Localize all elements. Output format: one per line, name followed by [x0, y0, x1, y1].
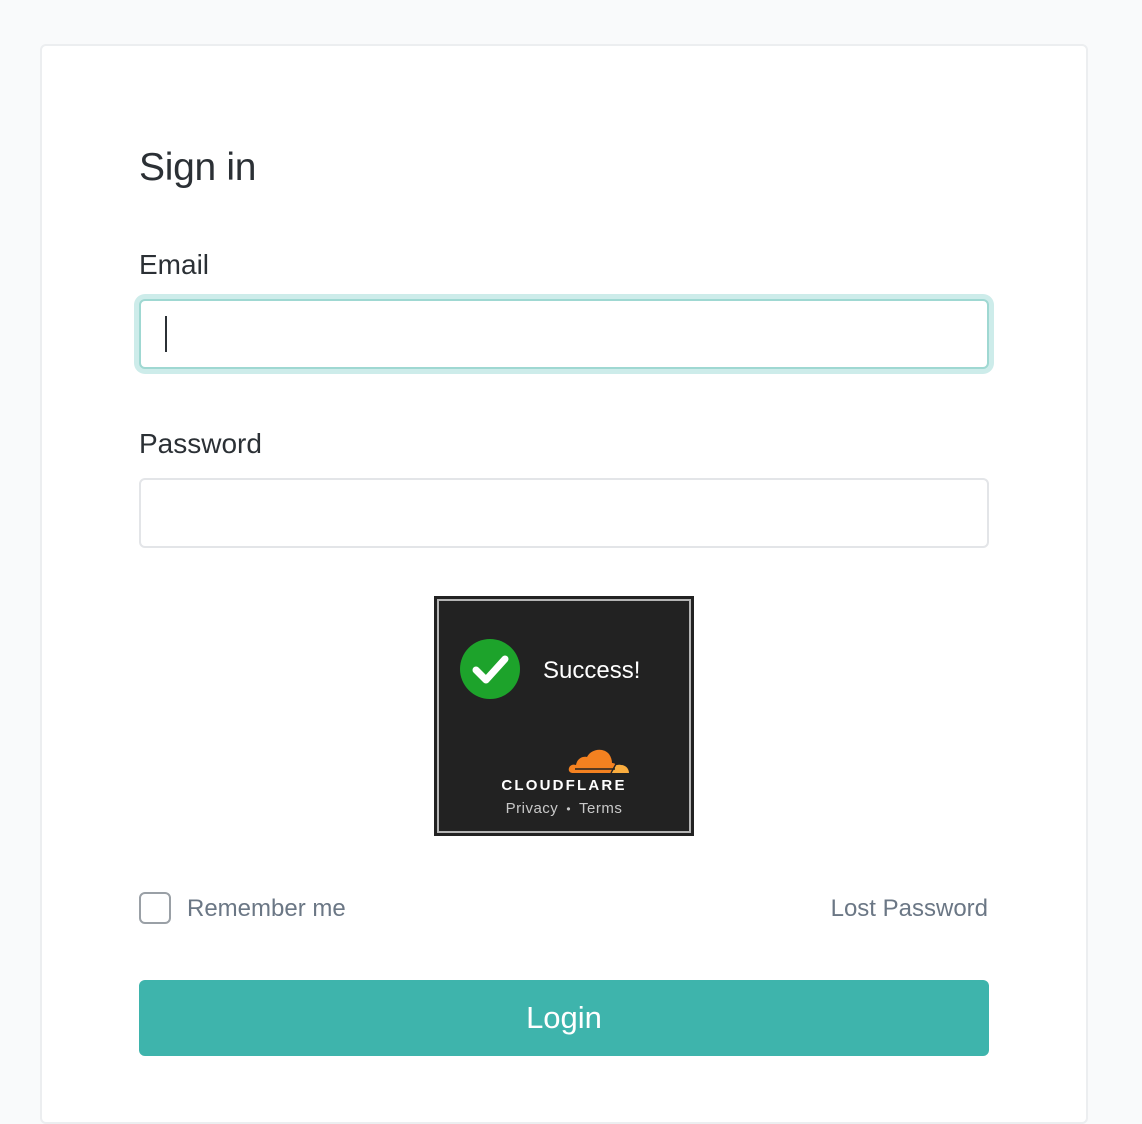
captcha-links: Privacy • Terms	[439, 800, 689, 817]
captcha-status-text: Success!	[543, 657, 641, 684]
link-separator: •	[566, 802, 572, 816]
terms-link[interactable]: Terms	[579, 800, 622, 817]
check-circle-icon	[460, 639, 520, 699]
page-title: Sign in	[139, 146, 257, 189]
password-field[interactable]	[139, 478, 989, 548]
widget-frame: Success! CLOUDFLARE Privacy • Terms	[437, 599, 691, 833]
remember-me-label[interactable]: Remember me	[187, 895, 346, 923]
text-caret	[165, 316, 167, 352]
cloudflare-turnstile-widget[interactable]: Success! CLOUDFLARE Privacy • Terms	[434, 596, 694, 836]
password-label: Password	[139, 428, 262, 459]
email-field[interactable]	[139, 299, 989, 369]
signin-card	[40, 44, 1088, 1124]
remember-me-checkbox[interactable]	[139, 892, 171, 924]
email-label: Email	[139, 249, 210, 280]
login-button[interactable]: Login	[139, 980, 989, 1056]
privacy-link[interactable]: Privacy	[506, 800, 559, 817]
lost-password-link[interactable]: Lost Password	[831, 895, 988, 923]
cloudflare-cloud-icon	[568, 749, 629, 774]
cloudflare-wordmark: CLOUDFLARE	[501, 777, 627, 794]
